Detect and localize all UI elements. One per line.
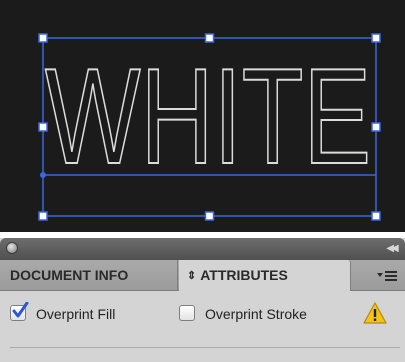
artboard-canvas[interactable]: WHITE xyxy=(0,0,405,232)
handle-bottom-center xyxy=(204,211,215,221)
overprint-fill-label: Overprint Fill xyxy=(36,306,116,322)
close-panel-button[interactable] xyxy=(6,242,18,254)
up-down-arrows-icon: ⇕ xyxy=(187,270,197,282)
tab-attributes[interactable]: ⇕ ATTRIBUTES xyxy=(179,260,351,291)
outlined-text-object[interactable]: WHITE xyxy=(44,39,372,193)
panel-tab-bar: DOCUMENT INFO ⇕ ATTRIBUTES xyxy=(0,260,405,291)
handle-middle-left xyxy=(38,122,48,132)
panel-divider xyxy=(10,347,400,348)
overprint-stroke-checkbox[interactable] xyxy=(179,305,195,321)
panel-menu-icon[interactable] xyxy=(377,265,399,285)
handle-top-center xyxy=(204,33,215,43)
handle-middle-right xyxy=(371,122,381,132)
handle-bottom-left xyxy=(38,211,48,221)
overprint-fill-checkbox[interactable] xyxy=(10,302,29,321)
panel-title-bar[interactable]: ◀◀ xyxy=(0,238,405,260)
overprint-stroke-label: Overprint Stroke xyxy=(205,306,307,322)
attributes-content: Overprint Fill Overprint Stroke xyxy=(0,291,405,362)
handle-top-right xyxy=(371,33,381,43)
handle-bottom-right xyxy=(371,211,381,221)
attributes-panel: ◀◀ DOCUMENT INFO ⇕ ATTRIBUTES Overprint F… xyxy=(0,238,405,362)
warning-triangle-icon[interactable] xyxy=(362,301,388,325)
baseline-anchor[interactable] xyxy=(40,172,46,178)
collapse-panel-icon[interactable]: ◀◀ xyxy=(383,241,399,256)
handle-top-left xyxy=(38,33,48,43)
tab-attributes-label: ATTRIBUTES xyxy=(200,267,288,283)
artboard-svg: WHITE xyxy=(38,33,381,221)
checkmark-icon xyxy=(12,302,29,318)
tab-document-info[interactable]: DOCUMENT INFO xyxy=(0,260,178,290)
